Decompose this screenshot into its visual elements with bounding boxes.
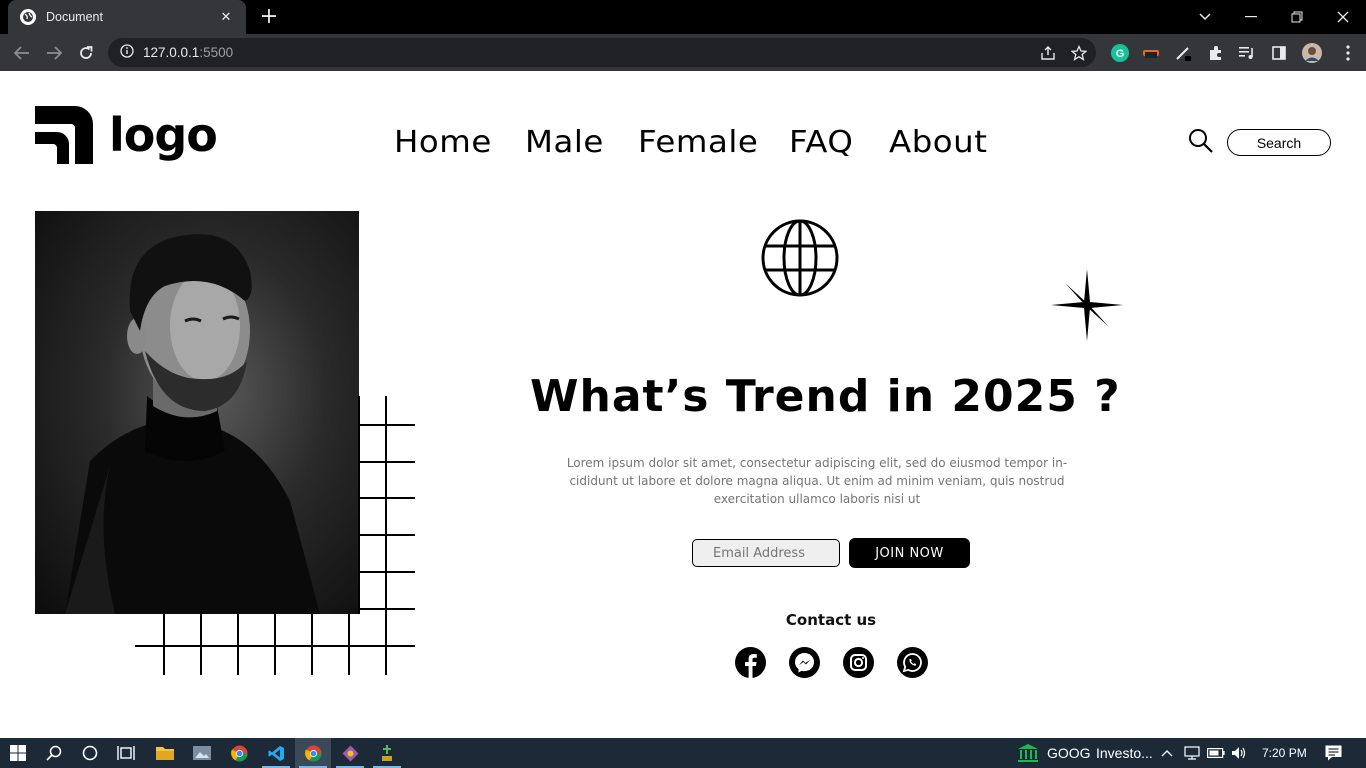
email-input[interactable] xyxy=(692,539,840,567)
stock-building-icon[interactable] xyxy=(1013,738,1043,768)
back-arrow-icon[interactable] xyxy=(8,39,36,67)
forward-arrow-icon[interactable] xyxy=(40,39,68,67)
nav-about[interactable]: About xyxy=(889,125,987,160)
taskbar-search-icon[interactable] xyxy=(36,738,72,768)
git-client-taskbar-icon[interactable] xyxy=(332,738,368,768)
extension-icon[interactable] xyxy=(1141,43,1161,63)
tab-search-chevron-icon[interactable] xyxy=(1182,0,1228,34)
join-now-button[interactable]: JOIN NOW xyxy=(849,538,970,568)
browser-toolbar: 127.0.0.1:5500 G xyxy=(0,34,1366,71)
taskbar-clock[interactable]: 7:20 PM xyxy=(1262,738,1307,768)
grammarly-extension-icon[interactable]: G xyxy=(1110,43,1130,63)
address-bar[interactable]: 127.0.0.1:5500 xyxy=(108,38,1096,67)
decorative-grid xyxy=(135,396,415,675)
battery-icon[interactable] xyxy=(1204,738,1228,768)
task-view-icon[interactable] xyxy=(108,738,144,768)
nav-home[interactable]: Home xyxy=(394,125,492,160)
tab-close-icon[interactable]: ✕ xyxy=(218,10,234,25)
puzzle-extensions-icon[interactable] xyxy=(1206,43,1226,63)
chrome-taskbar-icon[interactable] xyxy=(221,738,257,768)
main-nav: Home Male Female FAQ About xyxy=(394,125,1020,160)
site-logo[interactable]: logo xyxy=(35,106,218,164)
instagram-icon[interactable] xyxy=(843,647,874,678)
cortana-icon[interactable] xyxy=(72,738,108,768)
close-window-button[interactable] xyxy=(1320,0,1366,34)
search-icon[interactable] xyxy=(1188,128,1214,158)
profile-avatar[interactable] xyxy=(1302,43,1322,63)
browser-tab-bar: Document ✕ + xyxy=(0,0,1366,34)
volume-icon[interactable] xyxy=(1227,738,1251,768)
stock-text[interactable]: Investo... xyxy=(1096,738,1153,768)
sparkle-star-icon xyxy=(1051,269,1123,345)
url-text: 127.0.0.1:5500 xyxy=(143,45,234,60)
chrome-menu-icon[interactable] xyxy=(1338,43,1358,63)
search-button[interactable]: Search xyxy=(1227,129,1331,156)
rss-logo-icon xyxy=(35,106,93,164)
vscode-taskbar-icon[interactable] xyxy=(258,738,294,768)
minimize-button[interactable] xyxy=(1228,0,1274,34)
photos-app-icon[interactable] xyxy=(184,738,220,768)
network-icon[interactable] xyxy=(1180,738,1204,768)
tab-title: Document xyxy=(46,10,103,24)
site-info-icon[interactable] xyxy=(120,43,134,62)
logo-text: logo xyxy=(109,108,218,162)
side-panel-icon[interactable] xyxy=(1269,43,1289,63)
windows-start-icon[interactable] xyxy=(0,738,36,768)
hero-headline: What’s Trend in 2025 ? xyxy=(530,371,1121,422)
app-taskbar-icon[interactable] xyxy=(369,738,405,768)
tray-chevron-up-icon[interactable] xyxy=(1155,738,1179,768)
pen-extension-icon[interactable] xyxy=(1173,43,1193,63)
share-icon[interactable] xyxy=(1040,45,1056,61)
nav-male[interactable]: Male xyxy=(525,125,604,160)
restore-button[interactable] xyxy=(1274,0,1320,34)
facebook-icon[interactable] xyxy=(735,647,766,678)
bookmark-star-icon[interactable] xyxy=(1070,44,1088,61)
reload-icon[interactable] xyxy=(72,39,100,67)
nav-faq[interactable]: FAQ xyxy=(789,125,853,160)
new-tab-button[interactable]: + xyxy=(256,5,282,29)
hero-description: Lorem ipsum dolor sit amet, consectetur … xyxy=(566,456,1068,506)
media-queue-icon[interactable] xyxy=(1237,43,1257,63)
messenger-icon[interactable] xyxy=(789,647,820,678)
chrome-active-taskbar-icon[interactable] xyxy=(295,738,331,768)
globe-favicon-icon xyxy=(20,9,36,25)
notifications-icon[interactable] xyxy=(1316,738,1350,768)
file-explorer-icon[interactable] xyxy=(147,738,183,768)
nav-female[interactable]: Female xyxy=(638,125,758,160)
web-page: logo Home Male Female FAQ About Search W… xyxy=(0,71,1366,738)
svg-text:G: G xyxy=(1116,48,1125,60)
globe-icon xyxy=(760,218,840,302)
contact-heading: Contact us xyxy=(785,611,877,629)
browser-tab[interactable]: Document ✕ xyxy=(8,0,246,34)
windows-taskbar: GOOG Investo... 7:20 PM xyxy=(0,738,1366,768)
stock-ticker[interactable]: GOOG xyxy=(1047,738,1091,768)
whatsapp-icon[interactable] xyxy=(897,647,928,678)
